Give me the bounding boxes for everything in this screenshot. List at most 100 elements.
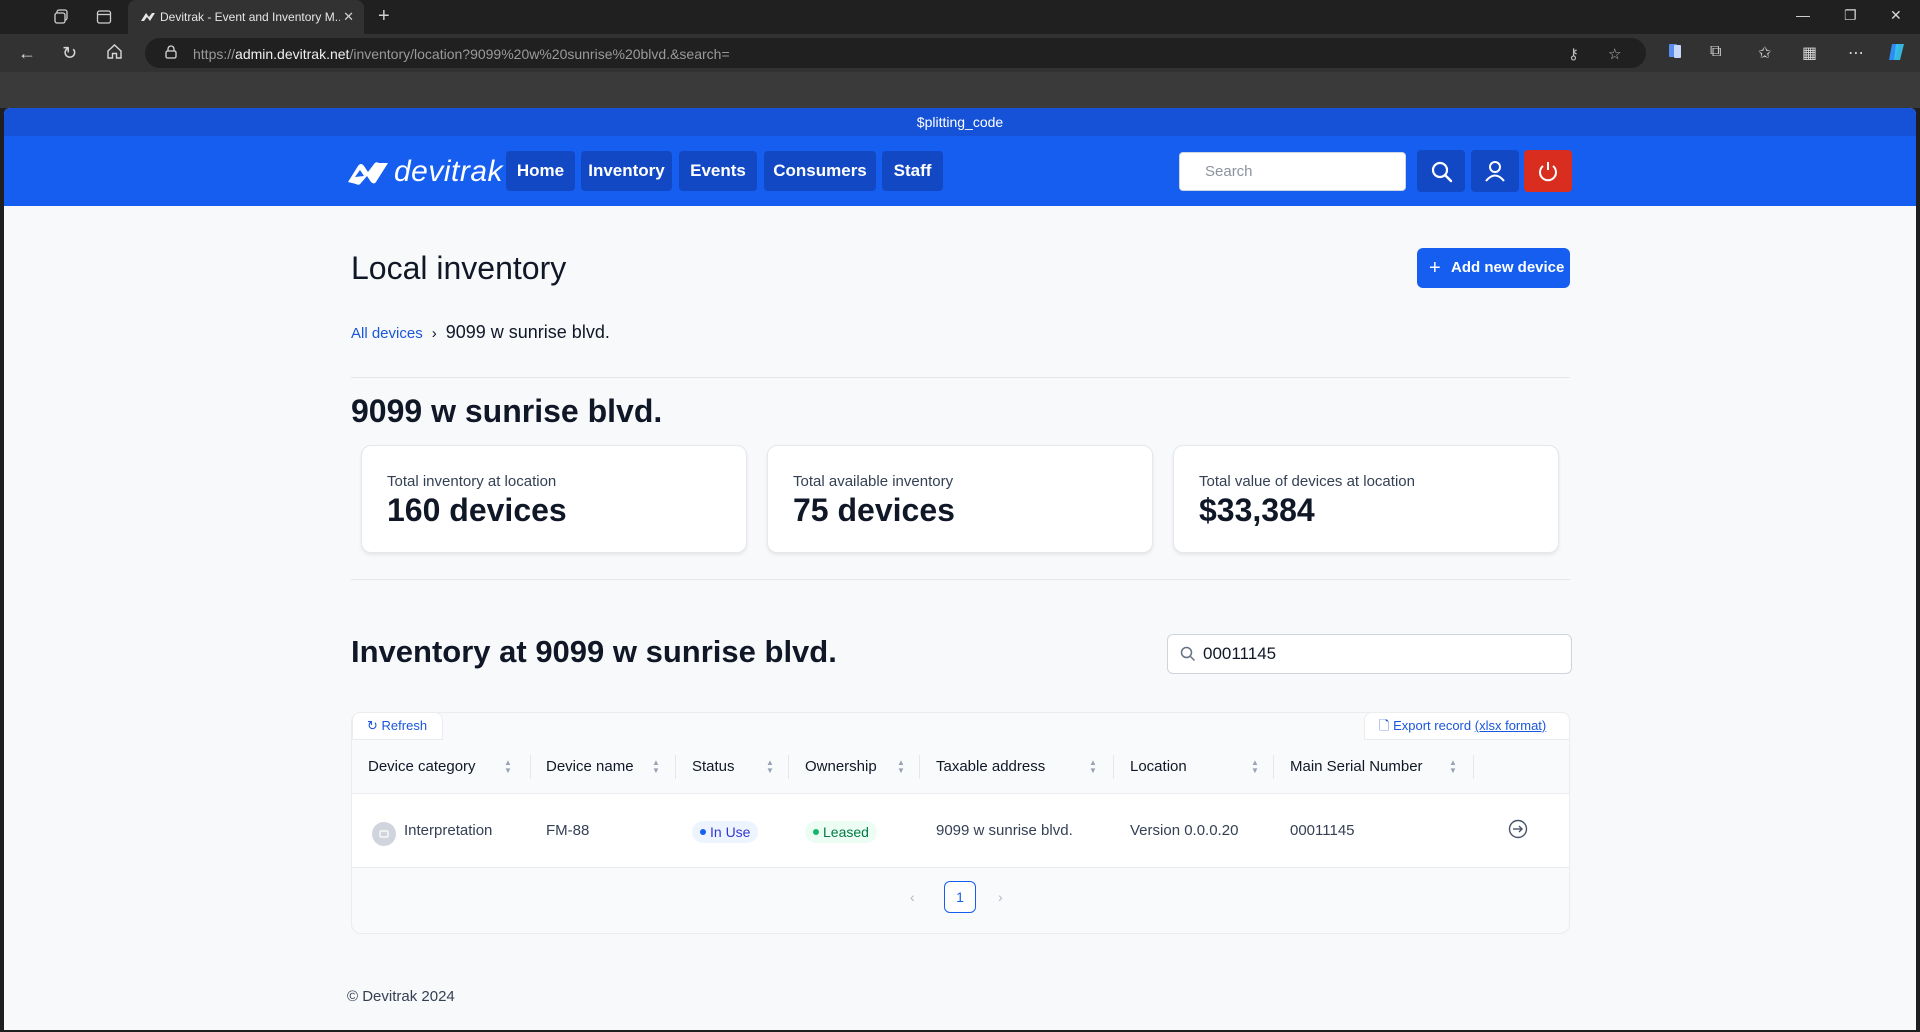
back-icon[interactable]: ← bbox=[18, 43, 36, 64]
favorite-star-icon[interactable]: ☆ bbox=[1608, 45, 1621, 63]
minimize-icon[interactable]: — bbox=[1796, 7, 1810, 23]
status-badge: In Use bbox=[692, 821, 759, 843]
sort-icon[interactable]: ▲ ▼ bbox=[897, 759, 905, 775]
sort-icon[interactable]: ▲ ▼ bbox=[1089, 759, 1097, 775]
export-record-button[interactable]: 🗋 Export record (xlsx format) bbox=[1364, 712, 1570, 740]
footer-copyright: © Devitrak 2024 bbox=[347, 988, 455, 1005]
cell-location: Version 0.0.0.20 bbox=[1130, 822, 1239, 839]
browser-toolbar: ← ↻ https://admin.devitrak.net/inventory… bbox=[0, 34, 1920, 72]
column-separator bbox=[1473, 755, 1474, 779]
column-header-ownership[interactable]: Ownership bbox=[805, 740, 877, 794]
open-device-icon[interactable] bbox=[1507, 818, 1529, 845]
section-divider bbox=[351, 579, 1570, 580]
header-search-input[interactable]: Search bbox=[1179, 152, 1406, 191]
breadcrumb-all-devices[interactable]: All devices bbox=[351, 325, 423, 342]
column-separator bbox=[1113, 755, 1114, 779]
stat-label: Total value of devices at location bbox=[1199, 473, 1415, 490]
lock-icon[interactable] bbox=[165, 45, 177, 59]
user-icon bbox=[1485, 161, 1505, 182]
stat-label: Total available inventory bbox=[793, 473, 954, 490]
reload-icon[interactable]: ↻ bbox=[62, 43, 77, 64]
column-header-device-name[interactable]: Device name bbox=[546, 740, 634, 794]
nav-home[interactable]: Home bbox=[506, 151, 575, 191]
address-bar[interactable]: https://admin.devitrak.net/inventory/loc… bbox=[145, 38, 1646, 68]
ownership-dot bbox=[813, 829, 819, 835]
column-separator bbox=[675, 755, 676, 779]
add-new-device-label: Add new device bbox=[1451, 259, 1565, 276]
nav-events[interactable]: Events bbox=[679, 151, 757, 191]
page-number-button[interactable]: 1 bbox=[944, 881, 976, 913]
refresh-button[interactable]: ↻ Refresh bbox=[352, 712, 443, 740]
power-icon bbox=[1539, 162, 1557, 182]
devitrak-favicon-icon bbox=[141, 13, 155, 21]
cell-main-serial-number: 00011145 bbox=[1290, 822, 1355, 839]
logout-button[interactable] bbox=[1524, 150, 1572, 192]
nav-staff[interactable]: Staff bbox=[882, 151, 943, 191]
nav-consumers[interactable]: Consumers bbox=[764, 151, 876, 191]
extensions-icon[interactable]: ⧉ bbox=[1710, 43, 1721, 61]
url-text[interactable]: https://admin.devitrak.net/inventory/loc… bbox=[193, 46, 730, 62]
status-dot bbox=[700, 829, 706, 835]
table-search-input[interactable]: 00011145 bbox=[1167, 634, 1572, 674]
stat-value: $33,384 bbox=[1199, 492, 1315, 528]
device-category-avatar bbox=[372, 822, 396, 846]
ownership-label: Leased bbox=[823, 824, 869, 840]
table-row[interactable]: Interpretation FM-88 In Use Leased 9099 … bbox=[352, 794, 1569, 868]
home-icon[interactable] bbox=[106, 43, 123, 65]
url-scheme: https:// bbox=[193, 46, 236, 62]
column-header-status[interactable]: Status bbox=[692, 740, 735, 794]
logo-text: devitrak bbox=[394, 155, 504, 188]
section-divider bbox=[351, 377, 1570, 378]
column-header-device-category[interactable]: Device category bbox=[368, 740, 476, 794]
tab-actions-icon[interactable] bbox=[96, 9, 112, 28]
page-title: Local inventory bbox=[351, 250, 567, 286]
url-path: /inventory/location?9099%20w%20sunrise%2… bbox=[349, 46, 730, 62]
table-search-value: 00011145 bbox=[1203, 644, 1277, 663]
favorites-icon[interactable]: ✩ bbox=[1758, 43, 1771, 63]
sort-icon[interactable]: ▲ ▼ bbox=[504, 759, 512, 775]
reading-icon[interactable] bbox=[1668, 43, 1682, 64]
close-tab-icon[interactable]: ✕ bbox=[343, 9, 354, 25]
sort-icon[interactable]: ▲ ▼ bbox=[766, 759, 774, 775]
previous-page-icon[interactable]: ‹ bbox=[910, 889, 915, 905]
app-header: devitrak Home Inventory Events Consumers… bbox=[4, 136, 1916, 206]
sort-icon[interactable]: ▲ ▼ bbox=[1251, 759, 1259, 775]
more-menu-icon[interactable]: ⋯ bbox=[1848, 43, 1864, 63]
breadcrumb-separator-icon: › bbox=[431, 325, 437, 342]
cell-device-category: Interpretation bbox=[404, 822, 493, 839]
key-icon[interactable]: ⚷ bbox=[1568, 45, 1579, 63]
stat-card-total-value: Total value of devices at location $33,3… bbox=[1173, 445, 1559, 553]
ownership-badge: Leased bbox=[805, 821, 877, 843]
profile-button[interactable] bbox=[1471, 150, 1519, 192]
column-header-location[interactable]: Location bbox=[1130, 740, 1187, 794]
file-icon: 🗋 bbox=[1379, 718, 1390, 733]
column-separator bbox=[530, 755, 531, 779]
header-search-button[interactable] bbox=[1417, 150, 1465, 192]
export-label: Export record bbox=[1393, 718, 1472, 733]
close-window-icon[interactable]: ✕ bbox=[1890, 7, 1902, 24]
devitrak-logo[interactable]: devitrak bbox=[346, 155, 506, 188]
inventory-table-heading: Inventory at 9099 w sunrise blvd. bbox=[351, 634, 837, 669]
workspaces-icon[interactable] bbox=[54, 9, 70, 28]
next-page-icon[interactable]: › bbox=[998, 889, 1003, 905]
sort-icon[interactable]: ▲ ▼ bbox=[652, 759, 660, 775]
copilot-icon[interactable] bbox=[1886, 41, 1908, 68]
new-tab-icon[interactable]: + bbox=[378, 5, 390, 28]
stat-card-available-inventory: Total available inventory 75 devices bbox=[767, 445, 1153, 553]
tab-title: Devitrak - Event and Inventory M... bbox=[160, 10, 340, 24]
browser-tab-active[interactable]: Devitrak - Event and Inventory M... ✕ bbox=[128, 0, 364, 34]
device-icon bbox=[379, 830, 389, 838]
stat-value: 160 devices bbox=[387, 492, 567, 528]
nav-inventory[interactable]: Inventory bbox=[581, 151, 672, 191]
status-label: In Use bbox=[710, 824, 751, 840]
collections-icon[interactable]: ▦ bbox=[1802, 43, 1817, 63]
plus-icon: + bbox=[1429, 257, 1441, 279]
column-header-taxable-address[interactable]: Taxable address bbox=[936, 740, 1045, 794]
restore-icon[interactable]: ❐ bbox=[1844, 7, 1857, 24]
browser-gap bbox=[0, 72, 1920, 108]
sort-icon[interactable]: ▲ ▼ bbox=[1449, 759, 1457, 775]
url-host: admin.devitrak.net bbox=[235, 46, 350, 62]
export-format-link[interactable]: (xlsx format) bbox=[1475, 718, 1547, 733]
column-header-main-serial-number[interactable]: Main Serial Number bbox=[1290, 740, 1423, 794]
add-new-device-button[interactable]: + Add new device bbox=[1417, 248, 1570, 288]
